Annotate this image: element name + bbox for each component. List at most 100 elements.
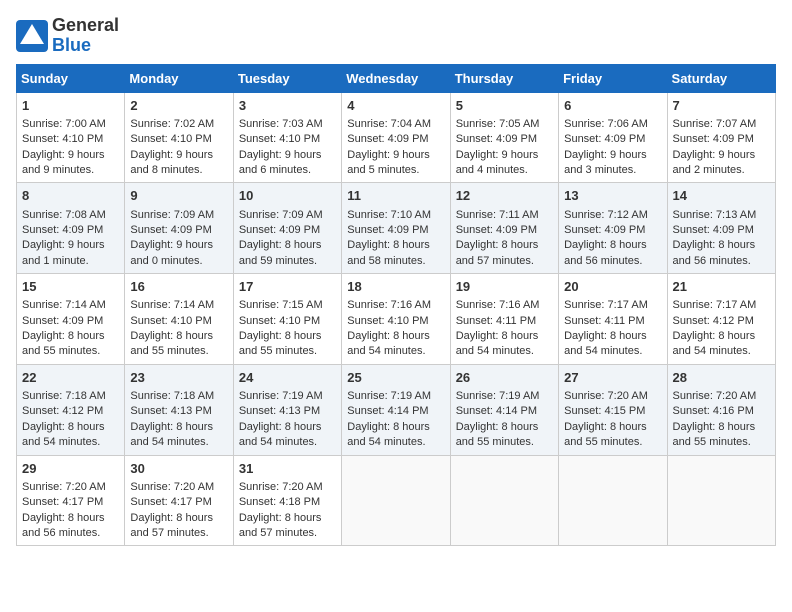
calendar-cell: 21Sunrise: 7:17 AMSunset: 4:12 PMDayligh…: [667, 274, 775, 365]
day-info: and 54 minutes.: [347, 435, 444, 450]
calendar-cell: 17 Sunrise: 7:15 AMSunset: 4:10 PMDayligh…: [233, 274, 341, 365]
day-info: Sunrise: 7:10 AM: [347, 208, 444, 223]
day-number: 13: [564, 187, 661, 205]
calendar-cell: 24Sunrise: 7:19 AMSunset: 4:13 PMDayligh…: [233, 364, 341, 455]
week-row: 22Sunrise: 7:18 AMSunset: 4:12 PMDayligh…: [17, 364, 776, 455]
calendar-cell: 30Sunrise: 7:20 AMSunset: 4:17 PMDayligh…: [125, 455, 233, 546]
day-info: and 54 minutes.: [130, 435, 227, 450]
day-info: Daylight: 8 hours: [456, 238, 553, 253]
day-info: and 1 minute.: [22, 254, 119, 269]
day-number: 29: [22, 460, 119, 478]
day-info: Sunset: 4:09 PM: [564, 132, 661, 147]
day-info: Daylight: 8 hours: [22, 420, 119, 435]
day-info: Daylight: 9 hours: [130, 148, 227, 163]
day-info: Daylight: 9 hours: [22, 238, 119, 253]
day-info: Sunrise: 7:02 AM: [130, 117, 227, 132]
day-info: Sunset: 4:14 PM: [456, 404, 553, 419]
day-info: and 55 minutes.: [456, 435, 553, 450]
day-info: Sunset: 4:13 PM: [239, 404, 336, 419]
calendar-cell: 27Sunrise: 7:20 AMSunset: 4:15 PMDayligh…: [559, 364, 667, 455]
day-info: Sunrise: 7:19 AM: [456, 389, 553, 404]
logo-blue: Blue: [52, 35, 91, 55]
day-info: Sunrise: 7:18 AM: [22, 389, 119, 404]
calendar-cell: 8Sunrise: 7:08 AMSunset: 4:09 PMDaylight…: [17, 183, 125, 274]
day-info: and 55 minutes.: [673, 435, 770, 450]
page-header: General Blue: [16, 16, 776, 56]
calendar-cell: 4Sunrise: 7:04 AMSunset: 4:09 PMDaylight…: [342, 92, 450, 183]
day-info: Sunset: 4:09 PM: [456, 223, 553, 238]
day-info: and 54 minutes.: [347, 344, 444, 359]
day-info: and 55 minutes.: [239, 344, 336, 359]
day-number: 27: [564, 369, 661, 387]
day-info: Sunset: 4:10 PM: [239, 132, 336, 147]
calendar-cell: 19Sunrise: 7:16 AMSunset: 4:11 PMDayligh…: [450, 274, 558, 365]
day-number: 7: [673, 97, 770, 115]
logo: General Blue: [16, 16, 119, 56]
day-number: 18: [347, 278, 444, 296]
day-info: Sunrise: 7:17 AM: [564, 298, 661, 313]
day-number: 1: [22, 97, 119, 115]
day-info: Daylight: 9 hours: [456, 148, 553, 163]
calendar-cell: 16Sunrise: 7:14 AMSunset: 4:10 PMDayligh…: [125, 274, 233, 365]
day-info: Daylight: 8 hours: [239, 238, 336, 253]
day-info: Sunset: 4:10 PM: [130, 314, 227, 329]
day-info: Sunrise: 7:15 AM: [239, 298, 336, 313]
day-info: and 5 minutes.: [347, 163, 444, 178]
day-info: Sunrise: 7:08 AM: [22, 208, 119, 223]
weekday-header: Saturday: [667, 64, 775, 92]
week-row: 15Sunrise: 7:14 AMSunset: 4:09 PMDayligh…: [17, 274, 776, 365]
calendar-cell: 2Sunrise: 7:02 AMSunset: 4:10 PMDaylight…: [125, 92, 233, 183]
day-info: and 0 minutes.: [130, 254, 227, 269]
day-info: Sunrise: 7:11 AM: [456, 208, 553, 223]
calendar-cell: 5Sunrise: 7:05 AMSunset: 4:09 PMDaylight…: [450, 92, 558, 183]
day-info: Daylight: 8 hours: [564, 420, 661, 435]
day-info: and 4 minutes.: [456, 163, 553, 178]
day-info: Sunrise: 7:20 AM: [239, 480, 336, 495]
day-info: Daylight: 8 hours: [564, 329, 661, 344]
day-info: Sunset: 4:10 PM: [239, 314, 336, 329]
day-info: and 9 minutes.: [22, 163, 119, 178]
day-info: Sunrise: 7:12 AM: [564, 208, 661, 223]
day-number: 16: [130, 278, 227, 296]
day-info: Sunset: 4:14 PM: [347, 404, 444, 419]
day-info: Sunrise: 7:09 AM: [239, 208, 336, 223]
day-info: and 54 minutes.: [456, 344, 553, 359]
day-info: Sunset: 4:10 PM: [347, 314, 444, 329]
day-info: Sunrise: 7:19 AM: [347, 389, 444, 404]
day-info: and 6 minutes.: [239, 163, 336, 178]
calendar-cell: 20Sunrise: 7:17 AMSunset: 4:11 PMDayligh…: [559, 274, 667, 365]
day-info: Daylight: 8 hours: [673, 329, 770, 344]
calendar-cell: 18Sunrise: 7:16 AMSunset: 4:10 PMDayligh…: [342, 274, 450, 365]
day-info: Daylight: 9 hours: [564, 148, 661, 163]
day-number: 19: [456, 278, 553, 296]
calendar-cell: 10Sunrise: 7:09 AMSunset: 4:09 PMDayligh…: [233, 183, 341, 274]
calendar-cell: 3Sunrise: 7:03 AMSunset: 4:10 PMDaylight…: [233, 92, 341, 183]
day-info: and 54 minutes.: [22, 435, 119, 450]
day-number: 9: [130, 187, 227, 205]
day-info: and 57 minutes.: [239, 526, 336, 541]
day-number: 4: [347, 97, 444, 115]
day-info: Daylight: 9 hours: [673, 148, 770, 163]
day-info: Sunset: 4:17 PM: [22, 495, 119, 510]
calendar-cell: 11Sunrise: 7:10 AMSunset: 4:09 PMDayligh…: [342, 183, 450, 274]
day-number: 26: [456, 369, 553, 387]
day-info: Daylight: 8 hours: [239, 329, 336, 344]
weekday-header: Monday: [125, 64, 233, 92]
day-info: and 57 minutes.: [130, 526, 227, 541]
day-info: Daylight: 8 hours: [130, 329, 227, 344]
day-info: Sunset: 4:12 PM: [673, 314, 770, 329]
day-info: and 8 minutes.: [130, 163, 227, 178]
day-number: 5: [456, 97, 553, 115]
day-info: Sunrise: 7:07 AM: [673, 117, 770, 132]
weekday-header: Thursday: [450, 64, 558, 92]
day-info: Daylight: 8 hours: [347, 329, 444, 344]
day-info: Daylight: 9 hours: [22, 148, 119, 163]
calendar-cell: 28Sunrise: 7:20 AMSunset: 4:16 PMDayligh…: [667, 364, 775, 455]
day-info: Daylight: 9 hours: [130, 238, 227, 253]
day-info: and 59 minutes.: [239, 254, 336, 269]
day-number: 17: [239, 278, 336, 296]
day-info: Sunrise: 7:06 AM: [564, 117, 661, 132]
calendar-cell: 15Sunrise: 7:14 AMSunset: 4:09 PMDayligh…: [17, 274, 125, 365]
day-info: and 54 minutes.: [673, 344, 770, 359]
day-info: and 2 minutes.: [673, 163, 770, 178]
